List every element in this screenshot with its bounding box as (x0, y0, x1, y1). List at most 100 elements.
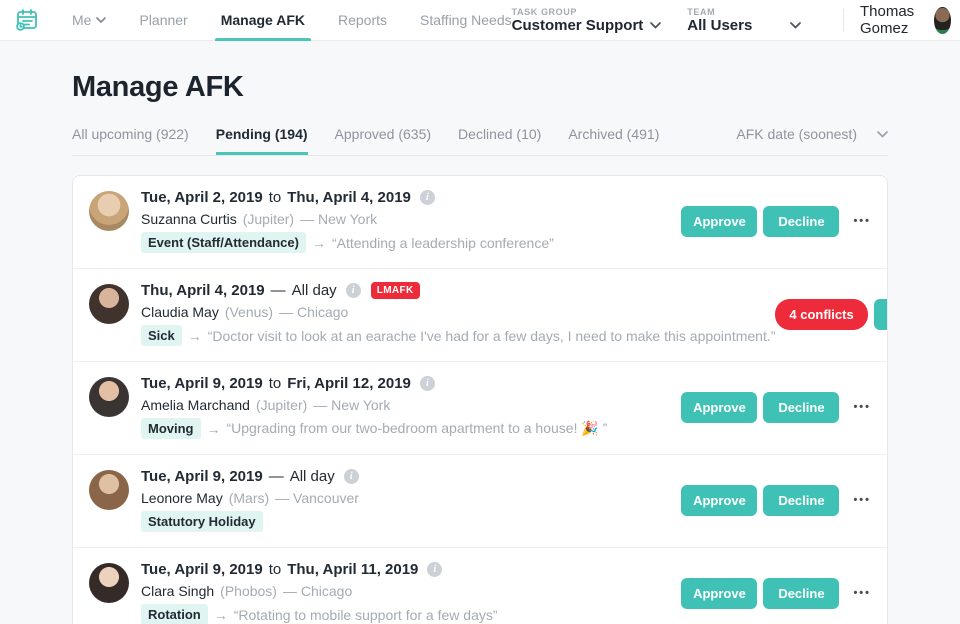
sort-dropdown[interactable]: AFK date (soonest) (736, 126, 888, 155)
employee-name: Amelia Marchand (141, 397, 250, 413)
nav-item-planner[interactable]: Planner (139, 0, 187, 41)
employee-name: Suzanna Curtis (141, 211, 237, 227)
row-actions: Approve Decline ••• (675, 392, 871, 423)
approve-button[interactable]: Approve (681, 392, 757, 423)
arrow-icon: → (214, 607, 228, 623)
avatar (89, 191, 129, 231)
employee-team: (Jupiter) (256, 397, 307, 413)
request-note: “Doctor visit to look at an earache I've… (208, 328, 776, 344)
user-name: Thomas Gomez (860, 3, 925, 37)
afk-request-list: Tue, April 2, 2019 to Thu, April 4, 2019… (72, 175, 888, 624)
approve-button[interactable]: Approve (681, 485, 757, 516)
date-connector: to (269, 189, 282, 206)
afk-type-tag: Event (Staff/Attendance) (141, 232, 306, 253)
employee-name: Leonore May (141, 490, 223, 506)
tab-declined[interactable]: Declined (10) (458, 126, 541, 155)
row-actions: Approve Decline ••• (675, 485, 871, 516)
team-value: All Users (687, 17, 752, 34)
afk-type-tag: Statutory Holiday (141, 511, 263, 532)
user-avatar (934, 7, 950, 34)
employee-team: (Jupiter) (243, 211, 294, 227)
date-start: Tue, April 9, 2019 (141, 468, 263, 485)
date-start: Thu, April 4, 2019 (141, 282, 265, 299)
more-menu-icon[interactable]: ••• (853, 587, 871, 599)
primary-nav: Me Planner Manage AFK Reports Staffing N… (72, 0, 512, 41)
top-navigation-bar: Me Planner Manage AFK Reports Staffing N… (0, 0, 960, 41)
employee-name: Clara Singh (141, 583, 214, 599)
request-details: Tue, April 9, 2019 — All day i Leonore M… (141, 468, 675, 532)
afk-request-row: Tue, April 9, 2019 — All day i Leonore M… (73, 454, 887, 547)
divider (843, 9, 844, 31)
more-menu-icon[interactable]: ••• (853, 215, 871, 227)
employee-team: (Phobos) (220, 583, 277, 599)
decline-button[interactable]: Decline (763, 392, 839, 423)
nav-item-label: Reports (338, 12, 387, 28)
page-title: Manage AFK (72, 71, 888, 104)
approve-button[interactable]: Approve (681, 206, 757, 237)
nav-item-label: Manage AFK (221, 12, 305, 28)
row-actions: Approve Decline ••• (675, 578, 871, 609)
tab-all-upcoming[interactable]: All upcoming (922) (72, 126, 189, 155)
conflicts-badge[interactable]: 4 conflicts (775, 299, 867, 330)
tab-pending[interactable]: Pending (194) (216, 126, 308, 155)
avatar (89, 377, 129, 417)
afk-request-row: Tue, April 9, 2019 to Thu, April 11, 201… (73, 547, 887, 624)
request-details: Tue, April 9, 2019 to Fri, April 12, 201… (141, 375, 675, 439)
date-end: Fri, April 12, 2019 (287, 375, 411, 392)
request-note: “Rotating to mobile support for a few da… (234, 607, 498, 623)
task-group-label: TASK GROUP (512, 7, 662, 17)
request-note: “Upgrading from our two-bedroom apartmen… (227, 420, 608, 437)
afk-type-tag: Rotation (141, 604, 208, 624)
more-menu-icon[interactable]: ••• (853, 494, 871, 506)
date-connector: to (269, 375, 282, 392)
date-start: Tue, April 9, 2019 (141, 375, 263, 392)
request-details: Tue, April 9, 2019 to Thu, April 11, 201… (141, 561, 675, 624)
approve-button[interactable]: Approve (681, 578, 757, 609)
more-menu-icon[interactable]: ••• (853, 401, 871, 413)
sort-label: AFK date (soonest) (736, 126, 857, 142)
nav-item-staffing-needs[interactable]: Staffing Needs (420, 0, 512, 41)
tab-archived[interactable]: Archived (491) (568, 126, 659, 155)
nav-item-me[interactable]: Me (72, 0, 106, 41)
info-icon[interactable]: i (427, 562, 442, 577)
employee-location: — New York (300, 211, 377, 227)
afk-request-row: Tue, April 9, 2019 to Fri, April 12, 201… (73, 361, 887, 454)
avatar (89, 470, 129, 510)
decline-button[interactable]: Decline (763, 485, 839, 516)
app-logo-calendar-icon[interactable] (14, 7, 40, 33)
afk-request-row: Thu, April 4, 2019 — All day i LMAFK Cla… (73, 268, 887, 361)
afk-type-tag: Moving (141, 418, 201, 439)
task-group-selector[interactable]: TASK GROUP Customer Support (512, 7, 662, 34)
team-selector[interactable]: TEAM All Users (687, 7, 801, 34)
employee-team: (Mars) (229, 490, 269, 506)
employee-location: — Vancouver (275, 490, 359, 506)
chevron-down-icon (96, 17, 106, 23)
info-icon[interactable]: i (420, 376, 435, 391)
date-connector: — (269, 468, 284, 485)
afk-request-row: Tue, April 2, 2019 to Thu, April 4, 2019… (73, 176, 887, 268)
arrow-icon: → (312, 235, 326, 251)
row-actions: Approve Decline ••• (675, 206, 871, 237)
row-actions: 4 conflicts OK ••• (775, 299, 888, 330)
chevron-down-icon (877, 131, 888, 138)
employee-location: — Chicago (279, 304, 348, 320)
decline-button[interactable]: Decline (763, 206, 839, 237)
team-label: TEAM (687, 7, 801, 17)
decline-button[interactable]: Decline (763, 578, 839, 609)
info-icon[interactable]: i (346, 283, 361, 298)
user-menu[interactable]: Thomas Gomez (860, 3, 951, 37)
request-details: Thu, April 4, 2019 — All day i LMAFK Cla… (141, 282, 775, 346)
ok-button[interactable]: OK (874, 299, 888, 330)
arrow-icon: → (207, 421, 221, 437)
request-details: Tue, April 2, 2019 to Thu, April 4, 2019… (141, 189, 675, 253)
nav-item-label: Planner (139, 12, 187, 28)
info-icon[interactable]: i (420, 190, 435, 205)
nav-item-label: Staffing Needs (420, 12, 512, 28)
nav-item-manage-afk[interactable]: Manage AFK (221, 0, 305, 41)
avatar (89, 284, 129, 324)
chevron-down-icon (650, 22, 661, 29)
nav-item-reports[interactable]: Reports (338, 0, 387, 41)
tab-approved[interactable]: Approved (635) (335, 126, 432, 155)
info-icon[interactable]: i (344, 469, 359, 484)
employee-name: Claudia May (141, 304, 219, 320)
